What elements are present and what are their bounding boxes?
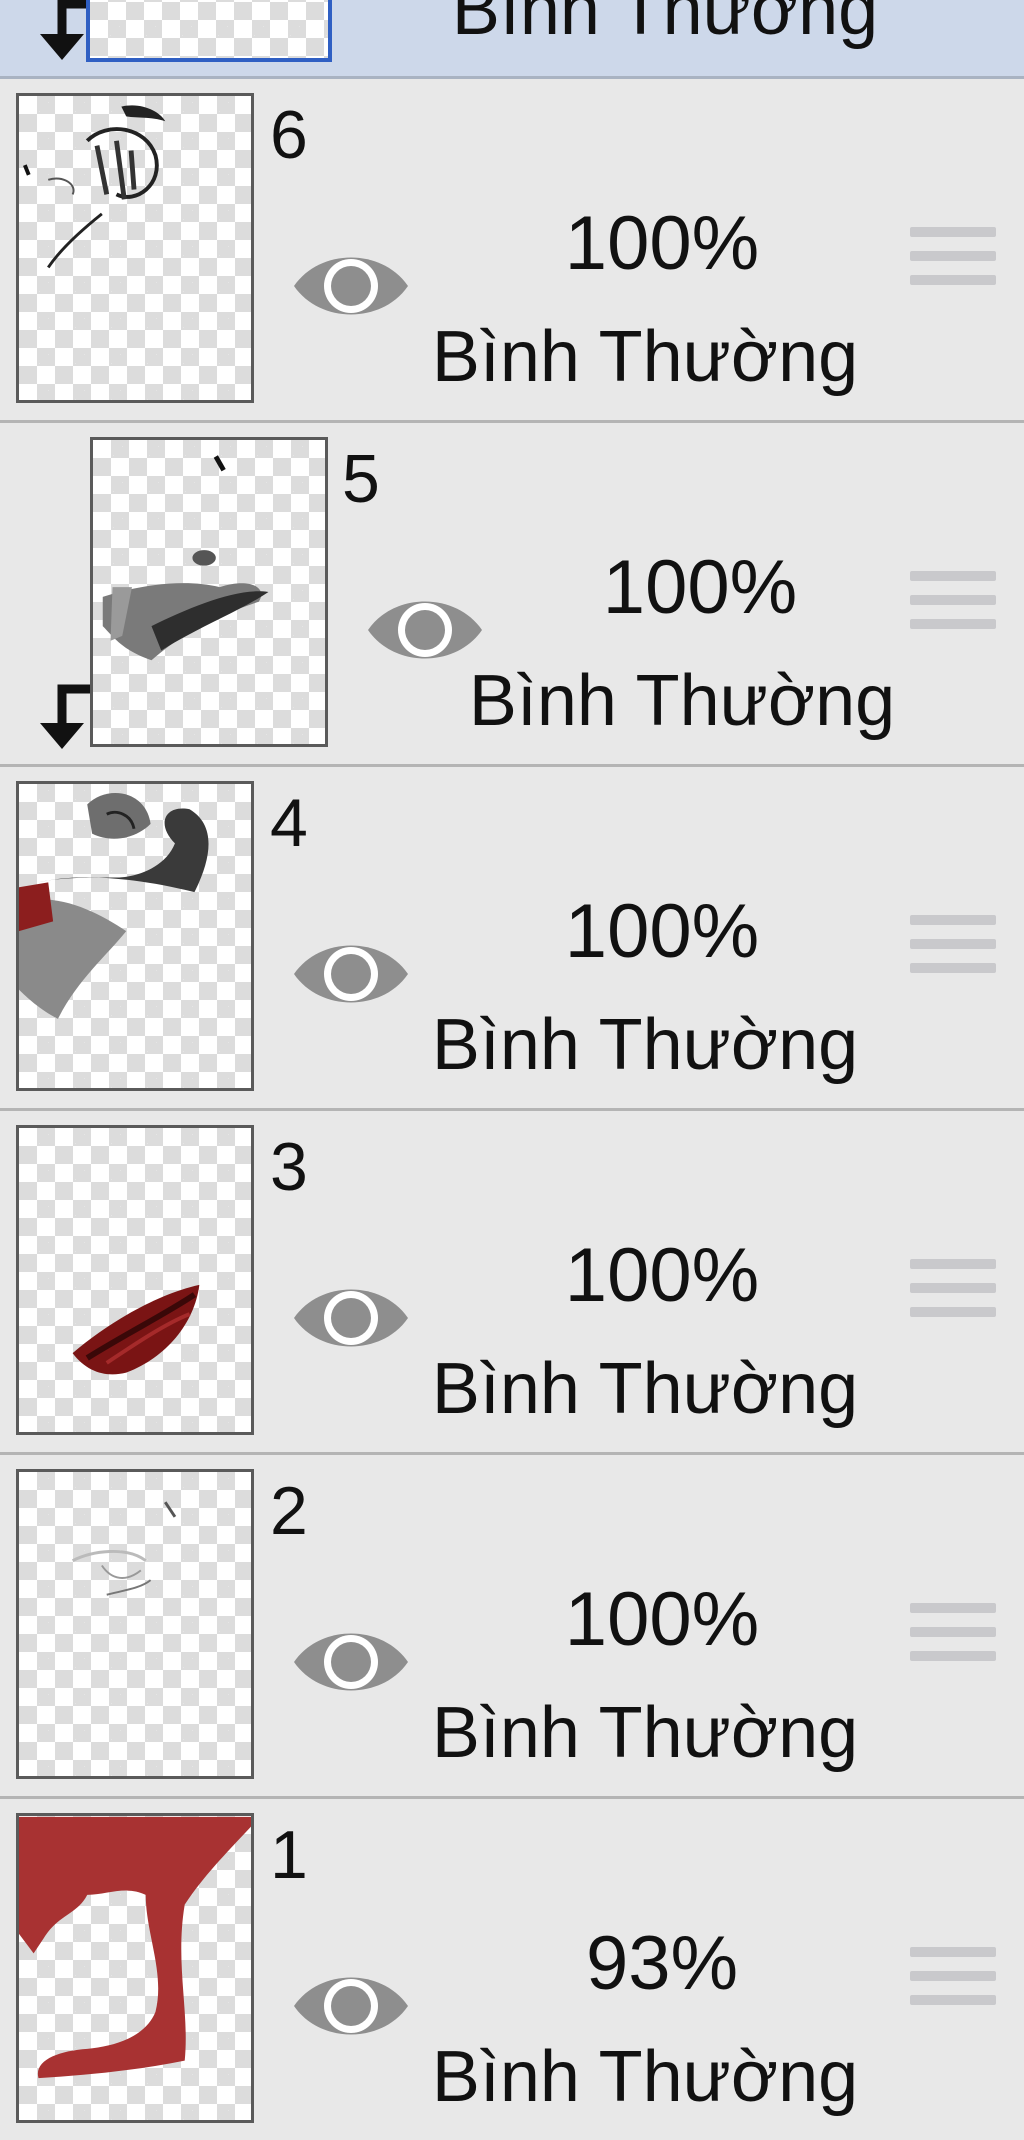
eye-icon[interactable] (290, 1276, 412, 1360)
layer-opacity[interactable]: 93% (512, 1924, 812, 2004)
drag-handle-icon[interactable] (910, 1259, 996, 1331)
drag-handle-icon[interactable] (910, 1603, 996, 1675)
layer-number: 5 (342, 441, 380, 517)
layer-thumbnail[interactable] (16, 1125, 254, 1435)
layer-thumbnail[interactable] (16, 1469, 254, 1779)
blend-mode-label[interactable]: Bình Thường (395, 1693, 895, 1773)
layer-thumbnail[interactable] (90, 437, 328, 747)
layer-opacity[interactable]: 100% (512, 1580, 812, 1660)
eye-icon[interactable] (290, 1620, 412, 1704)
layer-row[interactable]: 3 100% Bình Thường (0, 1111, 1024, 1455)
blend-mode-label[interactable]: Bình Thường (415, 0, 915, 50)
layer-opacity[interactable]: 100% (512, 204, 812, 284)
layer-number: 6 (270, 97, 308, 173)
eye-icon[interactable] (290, 244, 412, 328)
blend-mode-label[interactable]: Bình Thường (395, 317, 895, 397)
blend-mode-label[interactable]: Bình Thường (395, 2037, 895, 2117)
eye-icon[interactable] (290, 932, 412, 1016)
layer-row[interactable]: 2 100% Bình Thường (0, 1455, 1024, 1799)
eye-icon[interactable] (364, 588, 486, 672)
drag-handle-icon[interactable] (910, 1947, 996, 2019)
layer-thumbnail[interactable] (16, 93, 254, 403)
eye-icon[interactable] (290, 1964, 412, 2048)
clipping-arrow-icon (40, 684, 90, 749)
layer-opacity[interactable]: 100% (512, 892, 812, 972)
layer-number: 2 (270, 1473, 308, 1549)
layer-row[interactable]: 1 93% Bình Thường (0, 1799, 1024, 2140)
layer-number: 3 (270, 1129, 308, 1205)
blend-mode-label[interactable]: Bình Thường (432, 661, 932, 741)
clipping-arrow-icon (40, 0, 90, 60)
layer-row[interactable]: 5 100% Bình Thường (0, 423, 1024, 767)
layer-opacity[interactable]: 100% (512, 1236, 812, 1316)
layer-row[interactable]: 4 100% Bình Thường (0, 767, 1024, 1111)
drag-handle-icon[interactable] (910, 915, 996, 987)
layer-thumbnail[interactable] (16, 1813, 254, 2123)
layer-row-top[interactable]: Bình Thường (0, 0, 1024, 79)
layer-number: 4 (270, 785, 308, 861)
drag-handle-icon[interactable] (910, 227, 996, 299)
layer-number: 1 (270, 1817, 308, 1893)
layer-thumbnail[interactable] (16, 781, 254, 1091)
drag-handle-icon[interactable] (910, 571, 996, 643)
blend-mode-label[interactable]: Bình Thường (395, 1005, 895, 1085)
layer-row[interactable]: 6 100% Bình Thường (0, 79, 1024, 423)
layer-opacity[interactable]: 100% (550, 548, 850, 628)
layer-thumbnail[interactable] (86, 0, 332, 62)
blend-mode-label[interactable]: Bình Thường (395, 1349, 895, 1429)
